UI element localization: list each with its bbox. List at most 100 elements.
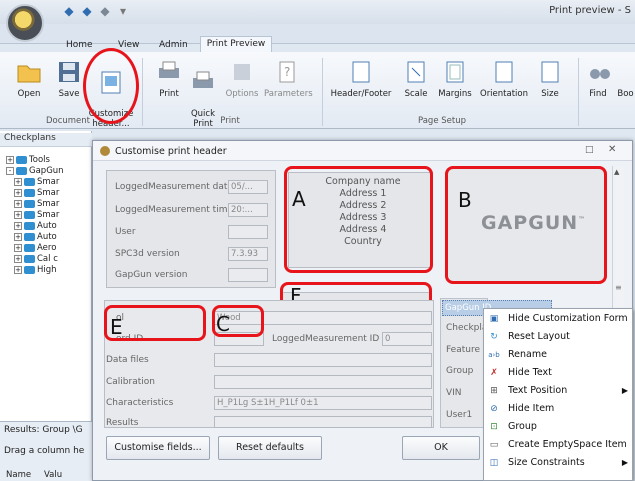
checkplan-icon xyxy=(24,210,35,219)
group-page-setup-label: Page Setup xyxy=(417,116,467,126)
checkplan-icon xyxy=(24,177,35,186)
tree-item[interactable]: + Smar xyxy=(14,188,59,198)
time-field[interactable]: 20:... xyxy=(228,203,268,217)
tree-item[interactable]: + Smar xyxy=(14,210,59,220)
ok-button[interactable]: OK xyxy=(402,436,480,460)
group-drag-hint: Drag a column he xyxy=(4,446,85,456)
open-button[interactable]: Open xyxy=(12,58,46,99)
menu-item-hide-text[interactable]: ✗ Hide Text xyxy=(488,364,628,382)
size-constraints-icon: ◫ xyxy=(489,458,499,468)
svg-text:?: ? xyxy=(284,65,290,79)
column-header-value[interactable]: Valu xyxy=(44,470,62,480)
annotation-label-a: A xyxy=(292,187,306,211)
quick-access-save-icon[interactable]: ◆ xyxy=(62,4,76,18)
quick-access-redo-icon[interactable]: ◆ xyxy=(98,4,112,18)
annotation-label-c: C xyxy=(216,312,230,336)
application-menu-orb[interactable] xyxy=(6,4,44,42)
reset-defaults-button[interactable]: Reset defaults xyxy=(218,436,322,460)
save-button[interactable]: Save xyxy=(54,58,84,99)
results-field[interactable] xyxy=(214,416,432,428)
tab-admin[interactable]: Admin xyxy=(159,38,188,52)
submenu-arrow-icon: ▶ xyxy=(621,386,628,395)
tree-item[interactable]: + High xyxy=(14,265,57,275)
reset-layout-icon: ↻ xyxy=(490,332,498,342)
menu-item-group[interactable]: ⊡ Group xyxy=(488,418,628,436)
header-footer-button[interactable]: Header/Footer xyxy=(330,58,392,99)
bookmarks-button[interactable]: Boo xyxy=(616,58,635,99)
user-field[interactable] xyxy=(228,225,268,239)
maximize-icon[interactable]: □ xyxy=(585,145,594,155)
characteristics-field[interactable]: H_P1Lg S±1H_P1Lf 0±1 xyxy=(214,396,432,410)
annotation-label-b: B xyxy=(458,188,472,212)
close-icon[interactable]: ✕ xyxy=(608,144,616,155)
ribbon-separator xyxy=(322,58,323,126)
spc3d-version-field[interactable]: 7.3.93 xyxy=(228,247,268,261)
gapgun-version-field[interactable] xyxy=(228,268,268,282)
scale-button[interactable]: Scale xyxy=(402,58,430,99)
menu-item-text-position[interactable]: ⊞ Text Position ▶ xyxy=(488,382,628,400)
margins-button[interactable]: Margins xyxy=(436,58,474,99)
tree-item[interactable]: + Smar xyxy=(14,177,59,187)
find-label: Find xyxy=(589,89,607,99)
print-button[interactable]: Print xyxy=(154,58,184,99)
tree-item[interactable]: + Auto xyxy=(14,221,57,231)
title-bar xyxy=(0,0,635,24)
field-label: Results xyxy=(106,418,139,428)
dialog-title: Customise print header xyxy=(115,146,227,157)
folder-icon xyxy=(15,58,43,86)
dialog-app-icon xyxy=(100,146,110,156)
parameters-button[interactable]: ? Parameters xyxy=(264,58,313,99)
tree-item[interactable]: + Cal c xyxy=(14,254,58,264)
menu-item-rename[interactable]: a›b Rename xyxy=(488,346,628,364)
checkplan-icon xyxy=(24,232,35,241)
menu-item-hide-customization-form[interactable]: ▣ Hide Customization Form xyxy=(488,310,628,328)
options-button[interactable]: Options xyxy=(224,58,260,99)
submenu-arrow-icon: ▶ xyxy=(621,458,628,467)
menu-item-create-empty-space[interactable]: ▭ Create EmptySpace Item xyxy=(488,436,628,454)
tab-print-preview[interactable]: Print Preview xyxy=(200,36,272,52)
bookmarks-label: Boo xyxy=(617,89,634,99)
parameters-button-label: Parameters xyxy=(264,89,313,99)
menu-item-hide-item[interactable]: ⊘ Hide Item xyxy=(488,400,628,418)
data-files-field[interactable] xyxy=(214,353,432,367)
margins-label: Margins xyxy=(438,89,472,99)
date-field[interactable]: 05/... xyxy=(228,180,268,194)
tree-item-tools[interactable]: + Tools xyxy=(6,155,50,165)
column-header-name[interactable]: Name xyxy=(6,470,31,480)
customise-fields-button[interactable]: Customise fields... xyxy=(106,436,210,460)
options-button-label: Options xyxy=(225,89,259,99)
orientation-icon xyxy=(490,58,518,86)
checkplans-header: Checkplans xyxy=(0,133,92,147)
quick-access-dropdown-icon[interactable]: ▾ xyxy=(116,4,130,18)
options-icon xyxy=(228,58,256,86)
tree-item[interactable]: + Smar xyxy=(14,199,59,209)
logged-measurement-id-field[interactable]: 0 xyxy=(382,332,432,346)
field-label: Calibration xyxy=(106,377,155,387)
tree-item[interactable]: + Auto xyxy=(14,232,57,242)
hide-customization-icon: ▣ xyxy=(489,314,499,324)
header-footer-icon xyxy=(347,58,375,86)
print-button-label: Print xyxy=(159,89,179,99)
folder-icon xyxy=(16,166,27,175)
annotation-label-e: E xyxy=(110,315,123,339)
gapgun-logo: GAPGUN™ xyxy=(481,212,586,234)
tree-item-gapgun[interactable]: - GapGun xyxy=(6,166,64,176)
scroll-up-icon[interactable]: ▲ xyxy=(614,168,619,176)
find-button[interactable]: Find xyxy=(586,58,610,99)
size-button[interactable]: Size xyxy=(536,58,564,99)
text-position-icon: ⊞ xyxy=(490,386,498,396)
quick-access-undo-icon[interactable]: ◆ xyxy=(80,4,94,18)
tree-item[interactable]: + Aero xyxy=(14,243,56,253)
menu-item-size-constraints[interactable]: ◫ Size Constraints ▶ xyxy=(488,454,628,472)
floppy-icon xyxy=(55,58,83,86)
logo-trademark: ™ xyxy=(578,215,587,224)
menu-item-reset-layout[interactable]: ↻ Reset Layout xyxy=(488,328,628,346)
calibration-field[interactable] xyxy=(214,375,432,389)
tab-home[interactable]: Home xyxy=(66,38,93,52)
orientation-button[interactable]: Orientation xyxy=(478,58,530,99)
scroll-grip-icon[interactable]: ≡ xyxy=(615,283,622,292)
field-label: SPC3d version xyxy=(115,249,180,259)
hide-text-icon: ✗ xyxy=(490,368,498,378)
field-label: User xyxy=(115,227,136,237)
group-print-label: Print xyxy=(220,116,240,126)
